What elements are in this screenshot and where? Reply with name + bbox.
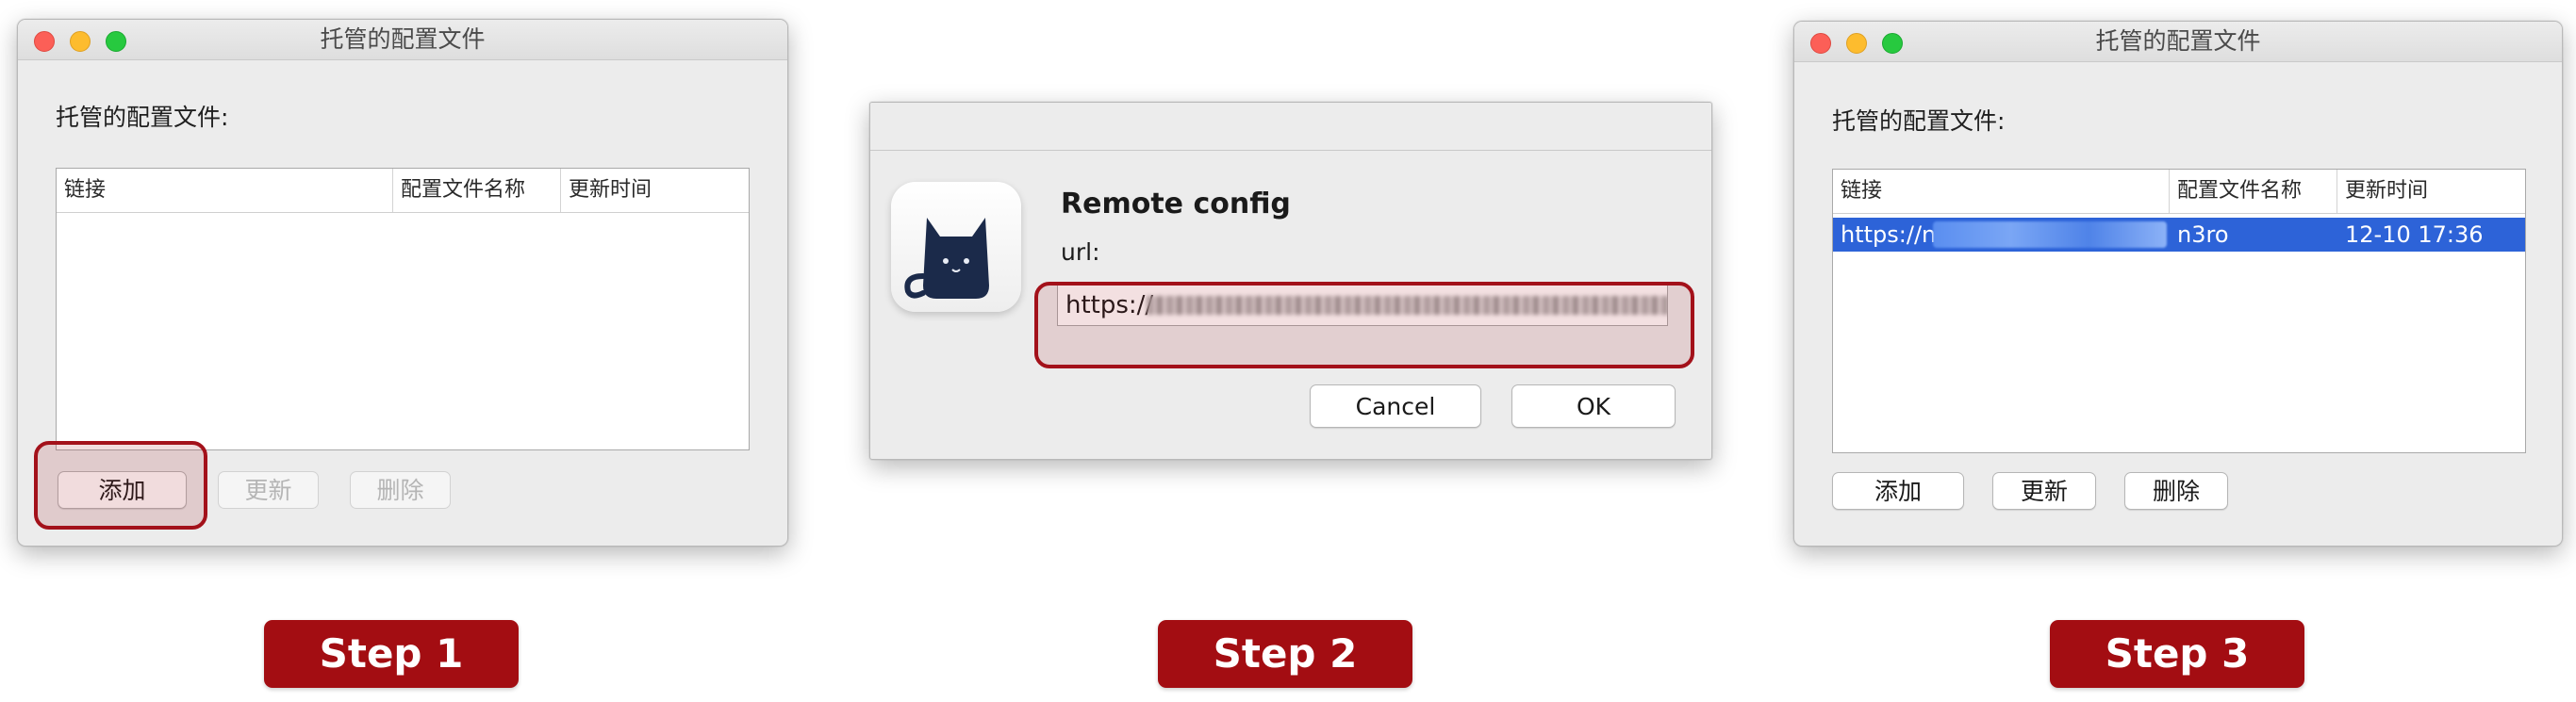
table-header: 链接 配置文件名称 更新时间 bbox=[1833, 170, 2525, 214]
column-update-time[interactable]: 更新时间 bbox=[2337, 170, 2525, 213]
dialog-titlebar bbox=[870, 103, 1711, 151]
add-button-highlight bbox=[34, 441, 207, 530]
profiles-table[interactable]: 链接 配置文件名称 更新时间 https://n n3ro 12-10 17:3… bbox=[1832, 169, 2526, 453]
row-profile-name: n3ro bbox=[2177, 221, 2229, 248]
column-link[interactable]: 链接 bbox=[1833, 170, 2170, 213]
ok-button[interactable]: OK bbox=[1511, 384, 1676, 428]
table-header: 链接 配置文件名称 更新时间 bbox=[57, 169, 749, 213]
column-profile-name[interactable]: 配置文件名称 bbox=[393, 169, 561, 212]
column-profile-name[interactable]: 配置文件名称 bbox=[2170, 170, 2337, 213]
row-link-text: https://n bbox=[1841, 221, 1937, 248]
window-title: 托管的配置文件 bbox=[320, 25, 486, 53]
window-title: 托管的配置文件 bbox=[2095, 27, 2261, 55]
column-update-time[interactable]: 更新时间 bbox=[561, 169, 749, 212]
dialog-title: Remote config bbox=[1061, 188, 1291, 220]
delete-button[interactable]: 删除 bbox=[2124, 472, 2228, 510]
cancel-button[interactable]: Cancel bbox=[1310, 384, 1481, 428]
row-link-redacted bbox=[1933, 221, 2167, 248]
cat-app-icon bbox=[891, 182, 1021, 312]
step3-label: Step 3 bbox=[2050, 620, 2304, 688]
profiles-table[interactable]: 链接 配置文件名称 更新时间 bbox=[56, 168, 750, 450]
step2-label: Step 2 bbox=[1158, 620, 1412, 688]
table-row[interactable]: https://n n3ro 12-10 17:36 bbox=[1833, 218, 2525, 252]
row-update-time: 12-10 17:36 bbox=[2345, 221, 2484, 248]
profiles-heading: 托管的配置文件: bbox=[56, 104, 229, 131]
step3-window: 托管的配置文件 托管的配置文件: 链接 配置文件名称 更新时间 https://… bbox=[1793, 21, 2563, 547]
url-input-highlight bbox=[1034, 282, 1694, 368]
column-link[interactable]: 链接 bbox=[57, 169, 393, 212]
update-button[interactable]: 更新 bbox=[218, 471, 319, 509]
cat-icon bbox=[904, 218, 989, 299]
step1-label: Step 1 bbox=[264, 620, 519, 688]
profiles-heading: 托管的配置文件: bbox=[1832, 107, 2006, 135]
row-link: https://n bbox=[1833, 218, 2170, 252]
add-button[interactable]: 添加 bbox=[1832, 472, 1964, 510]
remote-config-dialog: Remote config url: https:// Cancel OK bbox=[869, 102, 1712, 460]
step3-titlebar: 托管的配置文件 bbox=[1794, 22, 2562, 62]
update-button[interactable]: 更新 bbox=[1992, 472, 2096, 510]
step1-titlebar: 托管的配置文件 bbox=[18, 20, 787, 60]
url-label: url: bbox=[1061, 238, 1100, 266]
delete-button[interactable]: 删除 bbox=[350, 471, 451, 509]
